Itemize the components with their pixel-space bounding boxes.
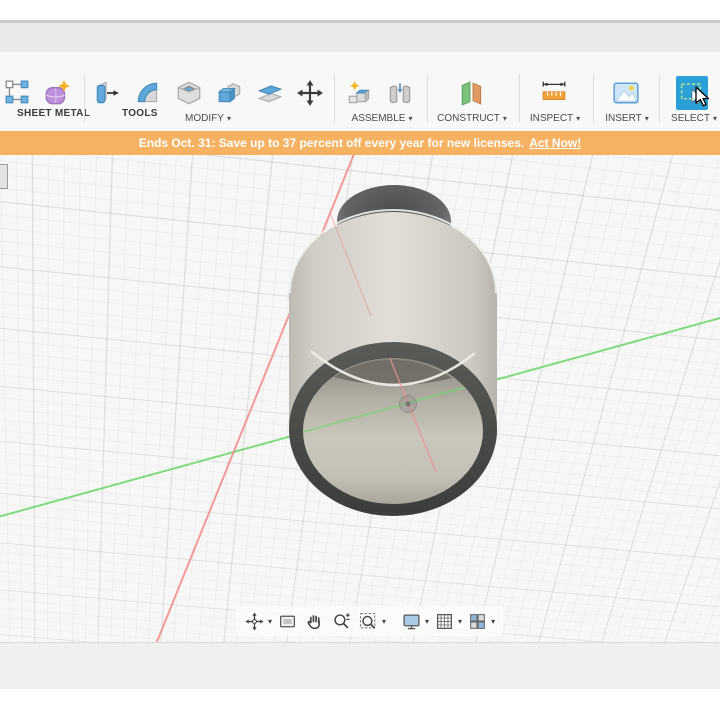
document-tab-bar: Untitled* xyxy=(0,23,720,67)
insert-label-text: INSERT xyxy=(605,113,642,124)
viewports-icon xyxy=(470,613,485,629)
modify-group-label[interactable]: MODIFY ▾ xyxy=(163,113,253,124)
combine-icon xyxy=(217,83,241,103)
construct-group-label[interactable]: CONSTRUCT ▾ xyxy=(427,113,517,124)
combine-button[interactable] xyxy=(214,76,248,110)
joint-icon xyxy=(389,83,411,104)
shell-icon xyxy=(177,81,201,105)
chevron-down-icon: ▾ xyxy=(576,114,581,123)
move-copy-icon xyxy=(297,80,323,106)
ribbon-divider xyxy=(334,74,335,122)
grid-and-snaps-button[interactable] xyxy=(434,610,456,632)
press-pull-icon xyxy=(96,81,119,104)
model-viewport[interactable]: ▾ ▾ ▾ ▾ ▾ xyxy=(0,155,720,642)
chevron-down-icon: ▾ xyxy=(408,114,413,123)
press-pull-button[interactable] xyxy=(91,76,125,110)
chevron-down-icon: ▾ xyxy=(502,114,507,123)
offset-face-button[interactable] xyxy=(254,76,288,110)
promo-act-now-link[interactable]: Act Now! xyxy=(529,136,581,150)
assemble-group-label[interactable]: ASSEMBLE ▾ xyxy=(337,113,427,124)
new-component-button[interactable] xyxy=(344,76,378,110)
zoom-window-button[interactable] xyxy=(358,610,380,632)
create-sketch-icon xyxy=(5,80,29,104)
insert-image-icon xyxy=(613,82,639,104)
origin-marker-dot xyxy=(405,401,411,407)
create-sketch-button[interactable] xyxy=(1,76,35,110)
zoom-icon xyxy=(334,612,350,628)
orbit-icon xyxy=(245,612,264,630)
zoom-window-dropdown-caret[interactable]: ▾ xyxy=(382,617,386,626)
grid-dropdown-caret[interactable]: ▾ xyxy=(458,617,462,626)
cylinder-model[interactable] xyxy=(270,183,520,551)
measure-icon xyxy=(542,81,566,100)
orbit-button[interactable] xyxy=(244,610,266,632)
construction-plane-button[interactable] xyxy=(456,76,490,110)
select-group-label[interactable]: SELECT ▾ xyxy=(649,113,720,124)
top-margin xyxy=(0,0,720,20)
offset-face-icon xyxy=(257,85,283,103)
joint-button[interactable] xyxy=(384,76,418,110)
zoom-button[interactable] xyxy=(331,610,353,632)
shell-button[interactable] xyxy=(173,76,207,110)
select-icon xyxy=(680,82,703,104)
create-form-button[interactable] xyxy=(41,76,75,110)
new-component-icon xyxy=(348,81,371,104)
select-button[interactable] xyxy=(676,76,708,110)
pan-button[interactable] xyxy=(304,610,326,632)
grid-icon xyxy=(437,613,453,629)
orbit-dropdown-caret[interactable]: ▾ xyxy=(268,617,272,626)
assemble-label-text: ASSEMBLE xyxy=(351,113,406,124)
promo-banner: Ends Oct. 31: Save up to 37 percent off … xyxy=(0,131,720,155)
ribbon-divider xyxy=(84,74,85,122)
display-settings-dropdown-caret[interactable]: ▾ xyxy=(425,617,429,626)
fillet-icon xyxy=(137,82,158,103)
select-label-text: SELECT xyxy=(671,113,710,124)
timeline-strip xyxy=(0,642,720,690)
pan-hand-icon xyxy=(307,614,320,629)
insert-image-button[interactable] xyxy=(610,76,644,110)
navigation-toolbar: ▾ ▾ ▾ ▾ ▾ xyxy=(236,606,504,636)
viewports-button[interactable] xyxy=(467,610,489,632)
measure-button[interactable] xyxy=(538,76,572,110)
modify-label-text: MODIFY xyxy=(185,113,224,124)
bottom-margin xyxy=(0,689,720,720)
construction-plane-icon xyxy=(461,81,482,106)
display-settings-icon xyxy=(403,614,420,629)
fusion-360-window: Untitled* SHEET METAL TOOLS xyxy=(0,0,720,720)
chevron-down-icon: ▾ xyxy=(712,114,717,123)
look-at-icon xyxy=(280,615,296,627)
panel-edge-notch xyxy=(0,164,8,189)
construct-label-text: CONSTRUCT xyxy=(437,113,500,124)
inspect-label-text: INSPECT xyxy=(529,113,574,124)
display-settings-button[interactable] xyxy=(401,610,423,632)
promo-banner-text: Ends Oct. 31: Save up to 37 percent off … xyxy=(138,136,525,150)
create-form-icon xyxy=(45,80,70,105)
fillet-button[interactable] xyxy=(132,76,166,110)
chevron-down-icon: ▾ xyxy=(226,114,231,123)
move-copy-button[interactable] xyxy=(294,76,328,110)
viewports-dropdown-caret[interactable]: ▾ xyxy=(491,617,495,626)
zoom-window-icon xyxy=(360,612,376,629)
look-at-button[interactable] xyxy=(277,610,299,632)
